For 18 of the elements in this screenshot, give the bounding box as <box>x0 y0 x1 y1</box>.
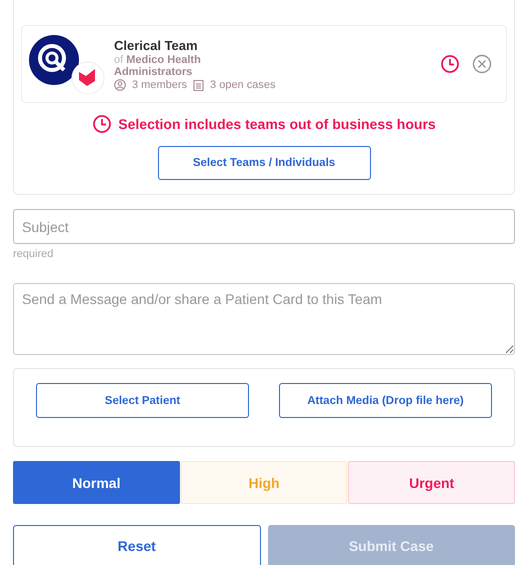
clipboard-icon <box>193 78 204 90</box>
priority-tab[interactable]: Urgent <box>348 461 516 504</box>
reset-button[interactable]: Reset <box>13 525 260 565</box>
member-count: 3 members <box>132 78 188 90</box>
close-icon[interactable] <box>472 54 492 74</box>
open-case-count: 3 open cases <box>210 78 276 90</box>
team-organization: of Medico Health Administrators <box>114 54 202 78</box>
select-teams-button[interactable]: Select Teams / Individuals <box>158 146 370 180</box>
out-of-hours-warning: Selection includes teams out of business hours <box>118 116 436 132</box>
required-hint: required <box>13 248 54 260</box>
person-icon <box>114 78 126 90</box>
attach-panel-button[interactable]: Attach Media (Drop file here) <box>279 383 492 418</box>
clock-icon <box>92 114 112 134</box>
attach-panel-button[interactable]: Select Patient <box>36 383 249 418</box>
message-field[interactable]: Send a Message and/or share a Patient Card to this Team <box>13 283 515 355</box>
priority-tab[interactable]: Normal <box>13 461 180 504</box>
team-name: Clerical Team <box>114 38 199 52</box>
subject-field[interactable]: Subject <box>13 209 515 244</box>
